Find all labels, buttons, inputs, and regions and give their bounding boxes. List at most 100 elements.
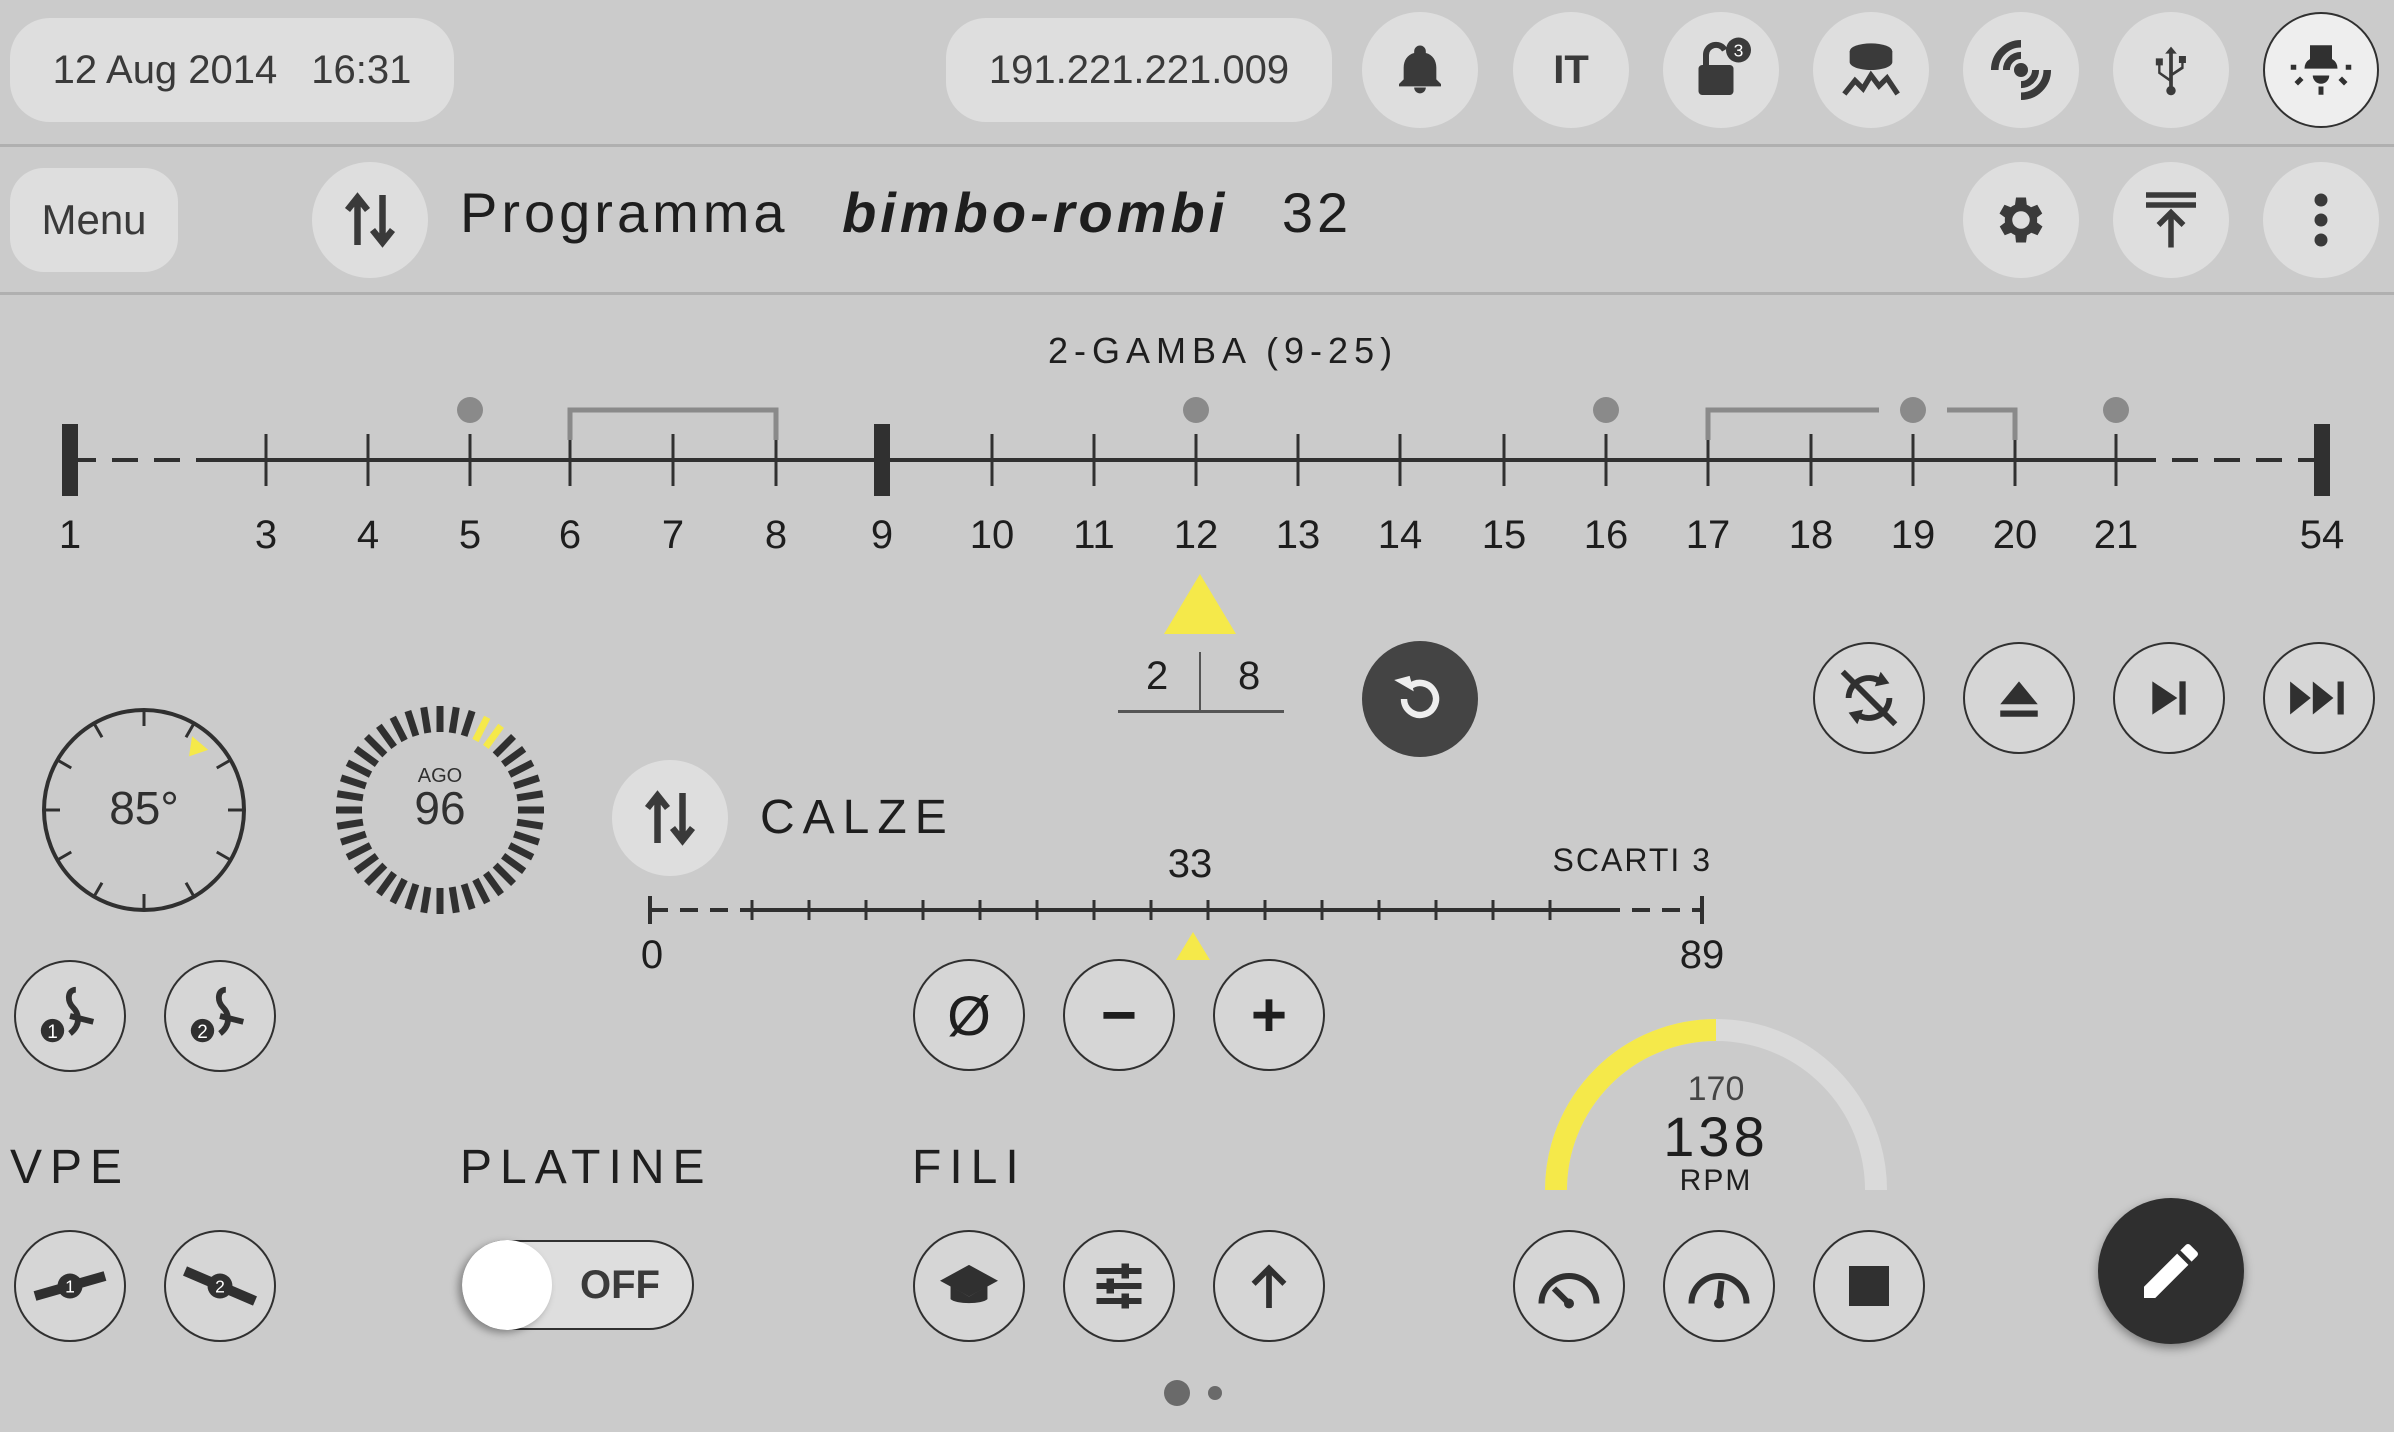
raise-button[interactable] bbox=[1213, 1230, 1325, 1342]
refresh-icon bbox=[1394, 675, 1440, 719]
graduation-cap-icon bbox=[940, 1264, 998, 1304]
ruler-tick-label: 4 bbox=[357, 513, 379, 557]
step-counter-divider bbox=[1199, 652, 1201, 710]
toolbar-divider bbox=[0, 292, 2394, 295]
ruler-tick-label: 9 bbox=[871, 513, 893, 557]
calze-current: 33 bbox=[1168, 842, 1213, 886]
network-button[interactable] bbox=[1963, 12, 2079, 128]
ruler-dot bbox=[1183, 397, 1209, 423]
speed-max: 170 bbox=[1688, 1070, 1745, 1108]
speed-medium-button[interactable] bbox=[1663, 1230, 1775, 1342]
lock-badge: 3 bbox=[1734, 41, 1744, 61]
needle-dial-tick bbox=[513, 830, 540, 846]
angle-dial: 85° bbox=[42, 708, 246, 912]
ruler-tick-label: 13 bbox=[1276, 513, 1321, 557]
vpe-2-button[interactable]: 2 bbox=[164, 1230, 276, 1342]
ruler-tick-label: 12 bbox=[1174, 513, 1219, 557]
language-button[interactable]: IT bbox=[1513, 12, 1629, 128]
page-dot[interactable] bbox=[1208, 1386, 1222, 1400]
network-icon bbox=[1990, 39, 2052, 101]
svg-text:2: 2 bbox=[215, 1277, 225, 1297]
program-title: Programma bimbo-rombi 32 bbox=[460, 180, 1352, 245]
speed-unit: RPM bbox=[1680, 1164, 1753, 1197]
angle-value: 85° bbox=[109, 782, 179, 834]
needle-dial-tick bbox=[420, 886, 432, 914]
needle-dial-tick bbox=[336, 790, 364, 802]
arrow-up-icon bbox=[1251, 1264, 1287, 1308]
lock-icon: 3 bbox=[1698, 37, 1751, 95]
page-dot-active[interactable] bbox=[1164, 1380, 1190, 1406]
calze-scarti: SCARTI 3 bbox=[1553, 842, 1712, 878]
fast-forward-icon bbox=[2290, 681, 2344, 715]
ruler-dot bbox=[1593, 397, 1619, 423]
program-prefix: Programma bbox=[460, 181, 789, 244]
sequence-title: 2-GAMBA (9-25) bbox=[1048, 330, 1399, 371]
speedometer-low-icon bbox=[1538, 1273, 1600, 1309]
needle-dial-tick bbox=[404, 710, 420, 737]
status-bar-divider bbox=[0, 144, 2394, 147]
vpe-label: VPE bbox=[10, 1141, 131, 1194]
menu-button[interactable]: Menu bbox=[10, 168, 178, 272]
fast-forward-button[interactable] bbox=[2263, 642, 2375, 754]
feeder-1-button[interactable]: 1 bbox=[14, 960, 126, 1072]
feeder-2-button[interactable]: 2 bbox=[164, 960, 276, 1072]
platine-toggle[interactable]: OFF bbox=[462, 1240, 694, 1330]
menu-label: Menu bbox=[41, 196, 147, 243]
bell-icon bbox=[1399, 45, 1441, 94]
program-swap-button[interactable] bbox=[312, 162, 428, 278]
needle-dial-tick bbox=[448, 886, 460, 914]
needle-dial-tick bbox=[363, 862, 388, 887]
ruler-tick-label: 10 bbox=[970, 513, 1015, 557]
needle-dial-tick bbox=[340, 774, 367, 790]
step-counter-right: 8 bbox=[1238, 654, 1261, 698]
sensor-button[interactable] bbox=[1813, 12, 1929, 128]
ruler-major-tick bbox=[2314, 424, 2330, 496]
reset-count-label: Ø bbox=[947, 983, 991, 1047]
notifications-button[interactable] bbox=[1362, 12, 1478, 128]
next-step-button[interactable] bbox=[2113, 642, 2225, 754]
angle-dial-tick bbox=[56, 758, 73, 770]
needle-dial-tick bbox=[389, 877, 408, 905]
ip-text: 191.221.221.009 bbox=[988, 47, 1290, 92]
speed-gauge: 170 138 RPM bbox=[1545, 1019, 1887, 1197]
ruler-tick-label: 16 bbox=[1584, 513, 1629, 557]
increment-button[interactable]: + bbox=[1213, 959, 1325, 1071]
stop-button[interactable] bbox=[1813, 1230, 1925, 1342]
adjust-button[interactable] bbox=[1063, 1230, 1175, 1342]
ruler-tick-label: 17 bbox=[1686, 513, 1731, 557]
eject-button[interactable] bbox=[1963, 642, 2075, 754]
ruler-major-tick bbox=[874, 424, 890, 496]
more-button[interactable] bbox=[2263, 162, 2379, 278]
disable-sync-button[interactable] bbox=[1813, 642, 1925, 754]
time-text: 16:31 bbox=[311, 47, 412, 92]
fili-label: FILI bbox=[912, 1141, 1027, 1194]
lamp-button[interactable] bbox=[2263, 12, 2379, 128]
angle-dial-tick bbox=[184, 881, 196, 898]
speed-low-button[interactable] bbox=[1513, 1230, 1625, 1342]
needle-dial-tick bbox=[460, 883, 476, 910]
needle-dial-tick bbox=[472, 715, 491, 743]
toggle-knob bbox=[462, 1240, 552, 1330]
reset-button[interactable] bbox=[1362, 641, 1478, 757]
angle-dial-tick bbox=[56, 850, 73, 862]
lock-button[interactable]: 3 bbox=[1663, 12, 1779, 128]
ruler-tick-label: 8 bbox=[765, 513, 787, 557]
calze-min: 0 bbox=[641, 933, 663, 977]
sensor-icon bbox=[1842, 43, 1900, 96]
ruler-tick-label: 15 bbox=[1482, 513, 1527, 557]
angle-dial-tick bbox=[215, 758, 232, 770]
settings-button[interactable] bbox=[1963, 162, 2079, 278]
usb-button[interactable] bbox=[2113, 12, 2229, 128]
decrement-button[interactable]: − bbox=[1063, 959, 1175, 1071]
needle-dial-tick bbox=[345, 842, 373, 861]
edit-fab[interactable] bbox=[2098, 1198, 2244, 1344]
upload-button[interactable] bbox=[2113, 162, 2229, 278]
learn-button[interactable] bbox=[913, 1230, 1025, 1342]
ruler-bracket bbox=[1705, 407, 2018, 440]
needle-dial-tick bbox=[507, 842, 535, 861]
vpe-1-button[interactable]: 1 bbox=[14, 1230, 126, 1342]
current-step-marker bbox=[1164, 574, 1236, 634]
reset-count-button[interactable]: Ø bbox=[913, 959, 1025, 1071]
gear-icon bbox=[1999, 197, 2043, 243]
needle-dial-tick bbox=[483, 723, 504, 749]
